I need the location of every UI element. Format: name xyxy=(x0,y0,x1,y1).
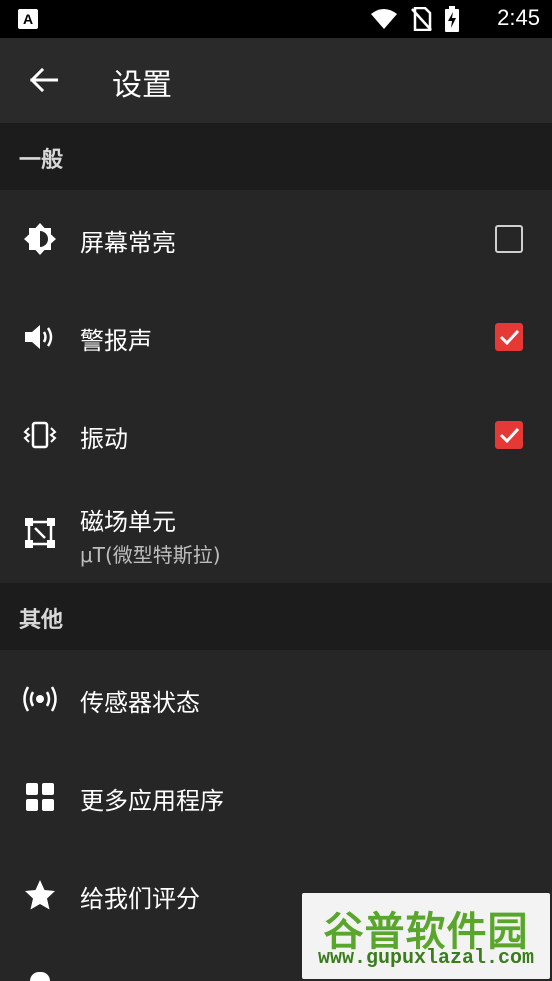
app-badge-letter: A xyxy=(22,11,34,27)
setting-value: μT(微型特斯拉) xyxy=(80,543,221,567)
vibration-checkbox[interactable] xyxy=(495,421,523,449)
setting-screen-on[interactable]: 屏幕常亮 xyxy=(0,190,552,288)
broadcast-icon xyxy=(20,679,60,719)
page-title: 设置 xyxy=(112,68,172,103)
watermark-url: www.gupuxlazal.com xyxy=(317,947,535,970)
section-header-general: 一般 xyxy=(0,123,552,190)
item-label: 给我们评分 xyxy=(80,885,200,913)
grid-icon xyxy=(20,777,60,817)
vibrate-icon xyxy=(20,415,60,455)
setting-vibration[interactable]: 振动 xyxy=(0,386,552,484)
check-icon xyxy=(499,427,520,444)
check-icon xyxy=(499,329,520,346)
section-header-other: 其他 xyxy=(0,583,552,650)
section-title: 其他 xyxy=(19,608,64,633)
no-sim-icon xyxy=(411,7,432,31)
item-label: 传感器状态 xyxy=(80,689,200,717)
alarm-sound-checkbox[interactable] xyxy=(495,323,523,351)
setting-label: 警报声 xyxy=(80,327,152,355)
section-title: 一般 xyxy=(19,148,64,173)
app-notification-icon: A xyxy=(18,9,38,29)
item-sensor-status[interactable]: 传感器状态 xyxy=(0,650,552,748)
battery-charging-icon xyxy=(445,6,459,32)
item-label: 更多应用程序 xyxy=(80,787,224,815)
setting-label: 屏幕常亮 xyxy=(80,229,176,257)
volume-icon xyxy=(20,317,60,357)
back-button[interactable] xyxy=(24,58,64,102)
arrow-left-icon xyxy=(30,68,58,92)
star-icon xyxy=(20,875,60,915)
item-more-apps[interactable]: 更多应用程序 xyxy=(0,748,552,846)
status-time: 2:45 xyxy=(497,5,540,30)
wifi-icon xyxy=(371,9,397,29)
setting-label: 振动 xyxy=(80,425,128,453)
screen-on-checkbox[interactable] xyxy=(495,225,523,253)
watermark-logo: 谷普软件园 www.gupuxlazal.com xyxy=(302,893,550,979)
partial-list-item-icon xyxy=(30,972,50,981)
setting-label: 磁场单元 xyxy=(80,508,176,536)
status-bar: A 2:45 xyxy=(0,0,552,38)
setting-alarm-sound[interactable]: 警报声 xyxy=(0,288,552,386)
brightness-icon xyxy=(20,219,60,259)
status-icons xyxy=(370,6,460,32)
select-frame-icon xyxy=(20,513,60,553)
app-bar: 设置 xyxy=(0,38,552,123)
setting-magnetic-unit[interactable]: 磁场单元 μT(微型特斯拉) xyxy=(0,484,552,582)
